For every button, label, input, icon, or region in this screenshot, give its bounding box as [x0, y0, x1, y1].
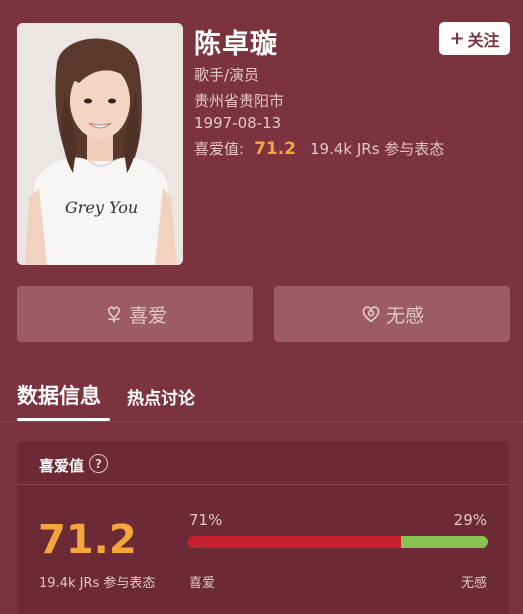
dislike-button[interactable]: 无感 [274, 286, 510, 342]
profile-score-label: 喜爱值: [194, 140, 245, 158]
stats-card: 喜爱值 ? 71.2 19.4k JRs 参与表态 71% 29% 喜爱 无感 [17, 441, 509, 614]
avatar-photo: Grey You [17, 23, 183, 265]
sentiment-bar [188, 536, 488, 548]
stats-card-header: 喜爱值 ? [17, 441, 509, 485]
profile-score-value: 71.2 [254, 139, 297, 159]
stats-score: 71.2 [38, 517, 137, 563]
help-icon[interactable]: ? [89, 454, 108, 473]
follow-label: 关注 [467, 30, 500, 50]
tab-data-info[interactable]: 数据信息 [17, 380, 101, 410]
dislike-percent: 29% [453, 511, 487, 529]
dislike-button-label: 无感 [385, 304, 424, 327]
profile-participants: 19.4k JRs 参与表态 [310, 140, 445, 158]
profile-birthday: 1997-08-13 [194, 114, 282, 132]
plus-icon: + [449, 27, 465, 49]
follow-button[interactable]: + 关注 [439, 22, 510, 55]
neutral-heart-icon [360, 303, 382, 325]
profile-occupation: 歌手/演员 [194, 66, 260, 84]
like-percent: 71% [189, 511, 223, 529]
shirt-text: Grey You [65, 198, 138, 217]
stats-title: 喜爱值 [39, 457, 85, 475]
sentiment-bar-like-fill [188, 536, 401, 548]
like-button[interactable]: 喜爱 [17, 286, 253, 342]
like-label: 喜爱 [189, 576, 216, 591]
tab-divider [0, 421, 523, 422]
profile-location: 贵州省贵阳市 [194, 92, 285, 110]
profile-score-row: 喜爱值: 71.2 19.4k JRs 参与表态 [194, 138, 444, 159]
tab-hot-discussion[interactable]: 热点讨论 [127, 384, 195, 409]
dislike-label: 无感 [460, 576, 487, 591]
stats-participants: 19.4k JRs 参与表态 [39, 576, 156, 591]
flower-heart-icon [103, 303, 125, 325]
like-button-label: 喜爱 [128, 304, 167, 327]
avatar: Grey You [17, 23, 183, 265]
profile-name: 陈卓璇 [194, 29, 278, 60]
